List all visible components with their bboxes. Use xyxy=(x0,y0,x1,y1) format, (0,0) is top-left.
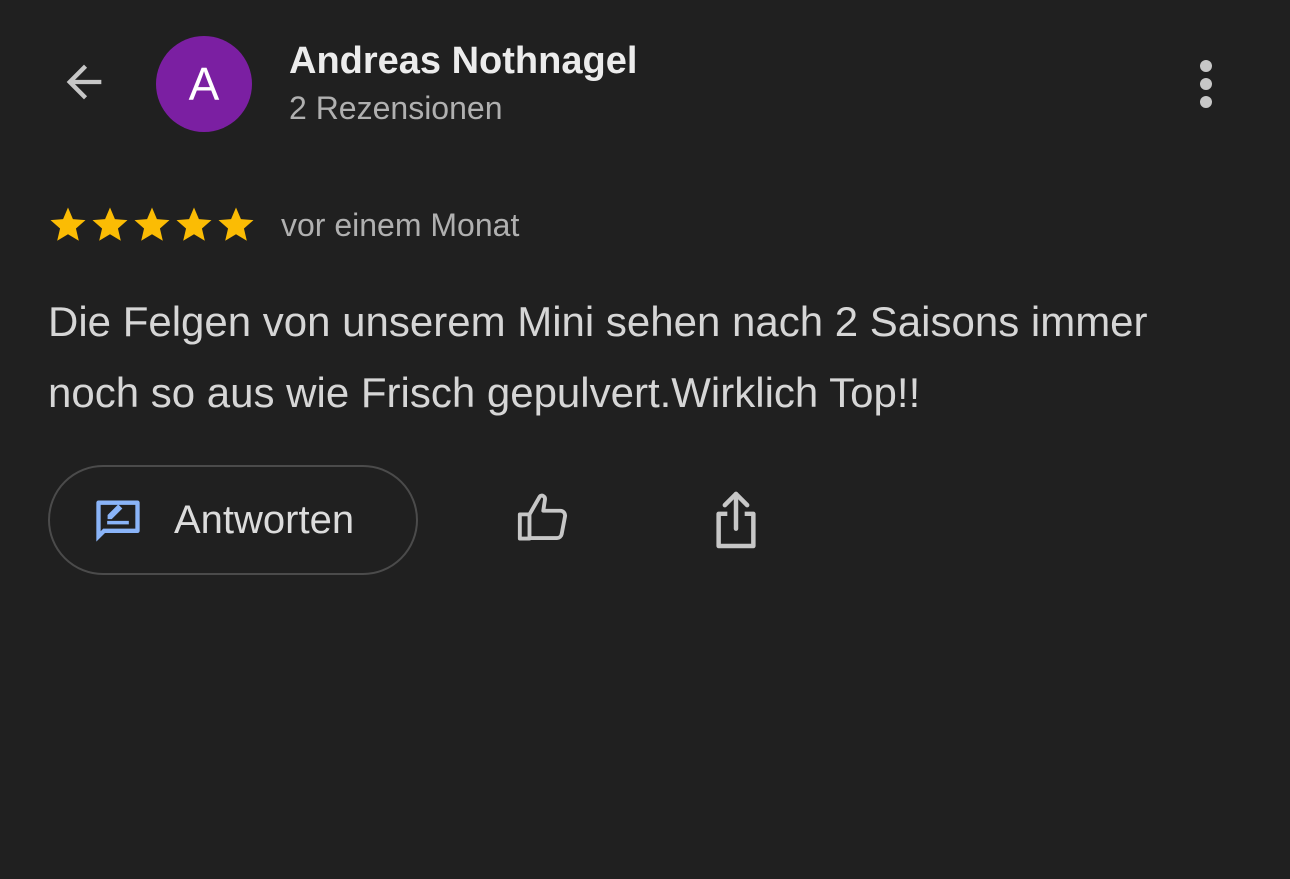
review-detail-screen: A Andreas Nothnagel 2 Rezensionen vor ei… xyxy=(0,0,1290,879)
reply-button[interactable]: Antworten xyxy=(48,465,418,575)
review-text: Die Felgen von unserem Mini sehen nach 2… xyxy=(48,298,1148,416)
more-vertical-icon xyxy=(1200,60,1212,108)
back-button[interactable] xyxy=(52,50,116,114)
star-icon xyxy=(50,207,86,241)
review-count: 2 Rezensionen xyxy=(289,90,503,126)
star-rating xyxy=(47,204,257,246)
thumbs-up-icon xyxy=(517,493,568,541)
star-icon xyxy=(176,207,212,241)
reply-edit-icon xyxy=(96,500,140,542)
author-name[interactable]: Andreas Nothnagel xyxy=(289,38,637,84)
arrow-left-icon xyxy=(66,64,102,100)
star-icon xyxy=(218,207,254,241)
share-button[interactable] xyxy=(700,484,772,556)
star-icon xyxy=(92,207,128,241)
avatar[interactable]: A xyxy=(156,36,252,132)
reply-label: Antworten xyxy=(174,497,355,542)
review-time: vor einem Monat xyxy=(281,206,520,243)
rating-row: vor einem Monat xyxy=(47,202,519,248)
avatar-letter: A xyxy=(188,58,220,110)
star-icon xyxy=(134,207,170,241)
like-button[interactable] xyxy=(508,482,580,554)
share-icon xyxy=(716,491,756,549)
more-options-button[interactable] xyxy=(1178,52,1234,116)
